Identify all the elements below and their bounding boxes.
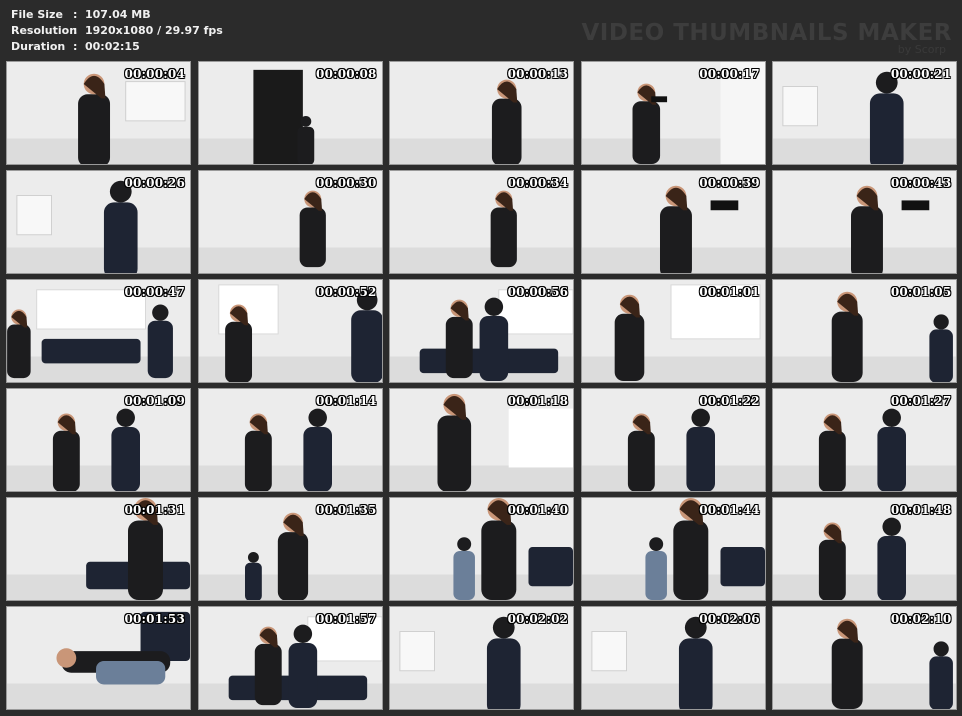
timestamp-label: 00:00:26 [124, 176, 185, 190]
video-thumbnail: 00:01:27 [772, 388, 958, 492]
video-thumbnail: 00:01:48 [772, 497, 958, 601]
video-thumbnail: 00:00:47 [6, 279, 191, 383]
video-thumbnail: 00:00:30 [197, 170, 383, 274]
video-thumbnail: 00:01:35 [197, 497, 383, 601]
timestamp-label: 00:01:05 [890, 285, 952, 299]
timestamp-label: 00:00:43 [890, 176, 952, 190]
video-thumbnail: 00:01:09 [6, 388, 191, 492]
separator: : [73, 8, 78, 21]
timestamp-label: 00:01:18 [507, 394, 569, 408]
video-thumbnail: 00:00:56 [389, 279, 575, 383]
duration-label: Duration [11, 40, 66, 53]
video-thumbnail: 00:01:44 [580, 497, 766, 601]
file-metadata: File Size : 107.04 MB Resolution : 1920x… [11, 7, 223, 55]
timestamp-label: 00:01:35 [316, 503, 377, 517]
timestamp-label: 00:01:57 [316, 612, 377, 626]
file-size-label: File Size [11, 8, 63, 21]
brand-title: VIDEO THUMBNAILS MAKER [581, 20, 952, 46]
video-thumbnail: 00:00:21 [772, 61, 958, 165]
resolution-label: Resolution [11, 24, 78, 37]
video-thumbnail: 00:00:08 [197, 61, 383, 165]
timestamp-label: 00:00:21 [890, 67, 952, 81]
video-thumbnail: 00:00:43 [772, 170, 958, 274]
video-thumbnail: 00:02:06 [580, 606, 766, 710]
timestamp-label: 00:00:04 [124, 67, 185, 81]
timestamp-label: 00:00:08 [316, 67, 377, 81]
file-size-value: 107.04 MB [85, 8, 151, 21]
timestamp-label: 00:00:47 [124, 285, 185, 299]
video-thumbnail: 00:00:52 [197, 279, 383, 383]
timestamp-label: 00:01:01 [699, 285, 760, 299]
video-thumbnail: 00:01:40 [389, 497, 575, 601]
duration-row: Duration : 00:02:15 [11, 39, 223, 55]
video-thumbnail: 00:00:26 [6, 170, 191, 274]
video-thumbnail: 00:00:04 [6, 61, 191, 165]
timestamp-label: 00:00:39 [699, 176, 760, 190]
video-thumbnail: 00:01:14 [197, 388, 383, 492]
resolution-row: Resolution : 1920x1080 / 29.97 fps [11, 23, 223, 39]
timestamp-label: 00:02:06 [699, 612, 760, 626]
video-thumbnail: 00:01:31 [6, 497, 191, 601]
timestamp-label: 00:02:10 [890, 612, 952, 626]
video-thumbnail: 00:00:17 [580, 61, 766, 165]
header: File Size : 107.04 MB Resolution : 1920x… [0, 0, 962, 60]
timestamp-label: 00:01:40 [507, 503, 569, 517]
video-thumbnail: 00:01:05 [772, 279, 958, 383]
file-size-row: File Size : 107.04 MB [11, 7, 223, 23]
timestamp-label: 00:01:09 [124, 394, 185, 408]
timestamp-label: 00:00:52 [316, 285, 377, 299]
timestamp-label: 00:00:13 [507, 67, 569, 81]
brand-watermark: VIDEO THUMBNAILS MAKER by Scorp [581, 20, 952, 56]
timestamp-label: 00:01:44 [699, 503, 760, 517]
video-thumbnail: 00:00:34 [389, 170, 575, 274]
thumbnail-grid: 00:00:04 00:00:08 00:00:13 00:00:17 00:00:21… [6, 61, 958, 710]
timestamp-label: 00:01:22 [699, 394, 760, 408]
video-thumbnail: 00:02:10 [772, 606, 958, 710]
timestamp-label: 00:01:53 [124, 612, 185, 626]
timestamp-label: 00:00:34 [507, 176, 569, 190]
timestamp-label: 00:01:27 [890, 394, 952, 408]
resolution-value: 1920x1080 / 29.97 fps [85, 24, 223, 37]
video-thumbnail: 00:01:18 [389, 388, 575, 492]
duration-value: 00:02:15 [85, 40, 140, 53]
timestamp-label: 00:01:31 [124, 503, 185, 517]
video-thumbnail: 00:01:53 [6, 606, 191, 710]
separator: : [73, 40, 78, 53]
timestamp-label: 00:02:02 [507, 612, 569, 626]
video-thumbnail: 00:00:39 [580, 170, 766, 274]
separator: : [73, 24, 78, 37]
timestamp-label: 00:01:48 [890, 503, 952, 517]
video-thumbnail: 00:00:13 [389, 61, 575, 165]
video-thumbnail: 00:02:02 [389, 606, 575, 710]
timestamp-label: 00:00:30 [316, 176, 377, 190]
timestamp-label: 00:00:56 [507, 285, 569, 299]
video-thumbnail: 00:01:22 [580, 388, 766, 492]
video-thumbnail: 00:01:01 [580, 279, 766, 383]
video-thumbnail: 00:01:57 [197, 606, 383, 710]
timestamp-label: 00:01:14 [316, 394, 377, 408]
timestamp-label: 00:00:17 [699, 67, 760, 81]
